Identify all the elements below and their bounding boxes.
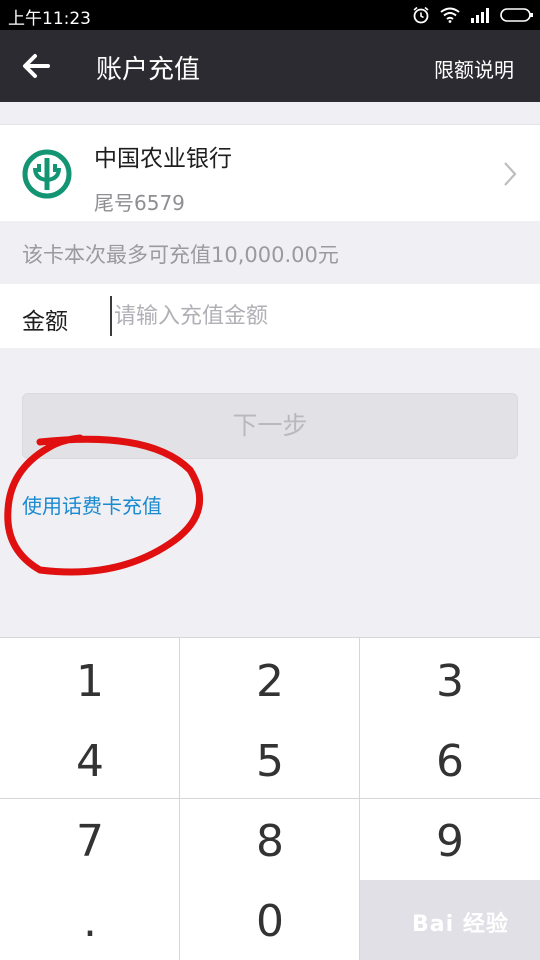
amount-input[interactable] [110,296,520,336]
key-decimal[interactable]: . [0,882,180,960]
baidu-watermark: Bai 经验 [412,912,509,937]
amount-label: 金额 [22,309,68,335]
chevron-right-icon [504,162,517,186]
status-icons [412,5,534,25]
status-bar: 上午11:23 [0,0,540,30]
amount-row: 金额 [0,284,540,348]
next-step-button[interactable]: 下一步 [22,393,518,459]
key-4[interactable]: 4 [0,722,180,802]
page-title: 账户充值 [96,55,201,85]
key-8[interactable]: 8 [180,802,360,882]
key-3[interactable]: 3 [360,642,540,722]
limit-info-link[interactable]: 限额说明 [434,54,514,83]
battery-icon [500,8,533,22]
key-9[interactable]: 9 [360,802,540,882]
back-arrow-icon[interactable] [18,48,54,84]
signal-icon [471,8,489,23]
alarm-icon [413,6,429,24]
recharge-limit-text: 该卡本次最多可充值10,000.00元 [22,243,339,267]
abc-bank-logo-icon [22,149,72,199]
bank-name: 中国农业银行 [94,146,232,172]
phone-card-recharge-link[interactable]: 使用话费卡充值 [22,490,162,519]
bank-card-selector[interactable]: 中国农业银行 尾号6579 [0,124,540,221]
key-7[interactable]: 7 [0,802,180,882]
key-5[interactable]: 5 [180,722,360,802]
key-0[interactable]: 0 [180,882,360,960]
key-6[interactable]: 6 [360,722,540,802]
nav-bar: 账户充值 限额说明 [0,30,540,102]
key-1[interactable]: 1 [0,642,180,722]
card-tail-number: 尾号6579 [94,191,185,215]
key-2[interactable]: 2 [180,642,360,722]
wifi-icon [440,7,460,23]
numeric-keypad: 1 2 3 4 5 6 7 8 9 . 0 Bai 经验 [0,637,540,960]
status-time: 上午11:23 [8,9,91,29]
